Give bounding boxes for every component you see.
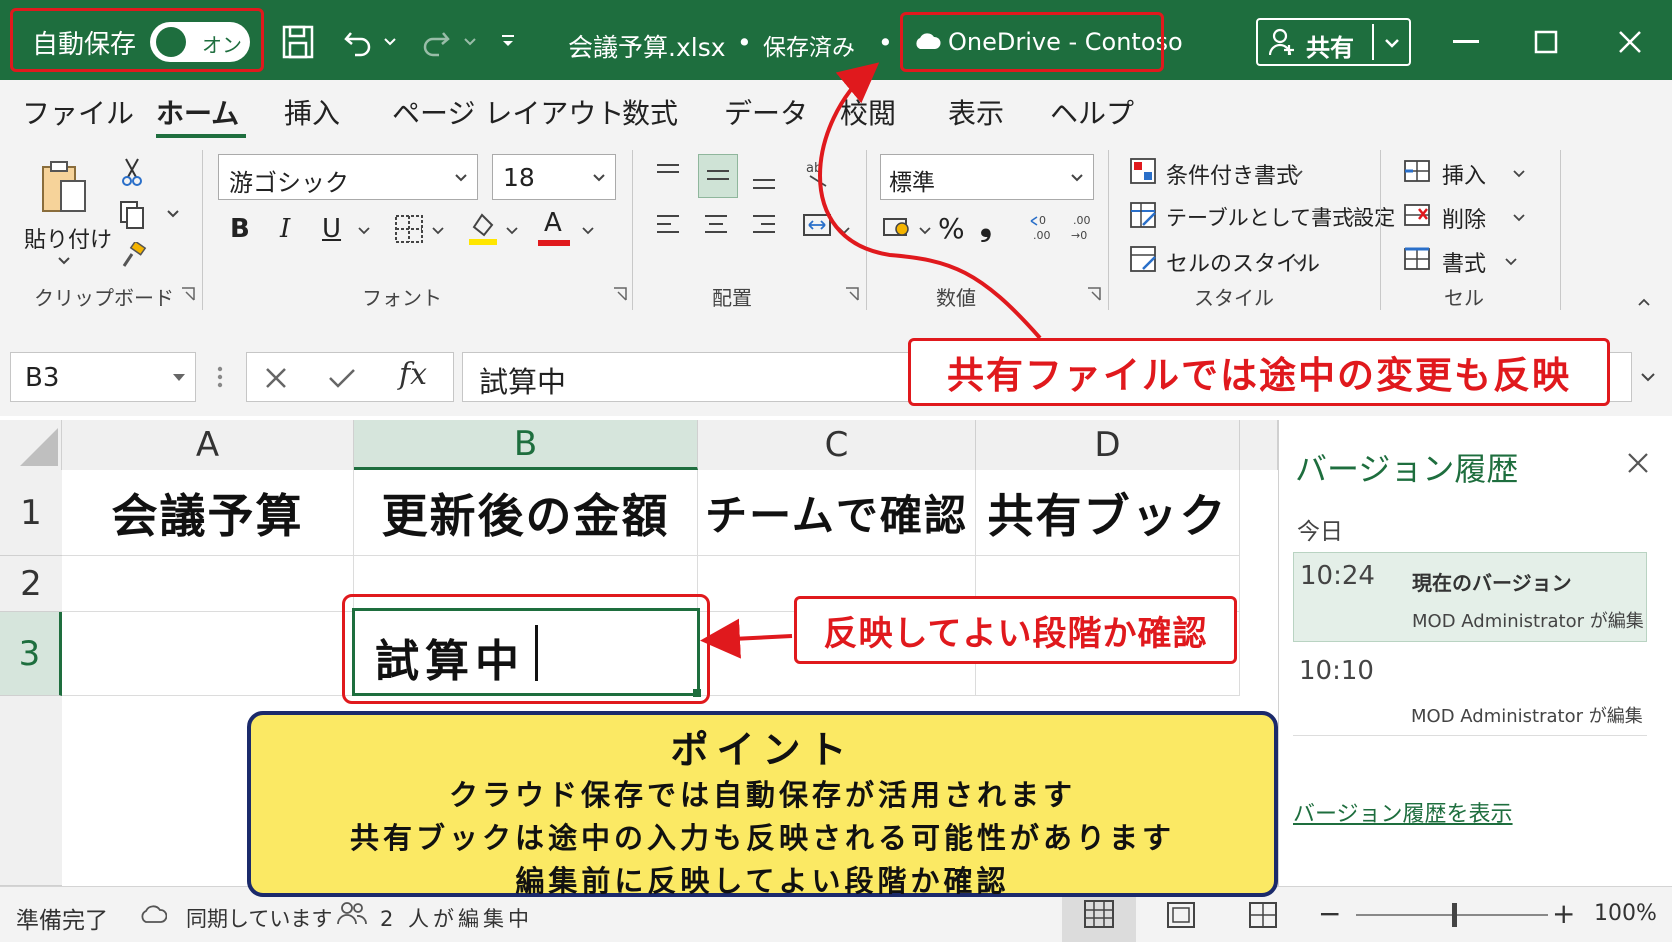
- point-line-1: クラウド保存では自動保存が活用されます: [448, 778, 1076, 812]
- shared-file-callout: 共有ファイルでは途中の変更も反映: [908, 338, 1610, 406]
- point-line-3: 編集前に反映してよい段階か確認: [515, 864, 1010, 898]
- point-line-2: 共有ブックは途中の入力も反映される可能性があります: [349, 821, 1175, 855]
- point-callout: ポイント クラウド保存では自動保存が活用されます 共有ブックは途中の入力も反映さ…: [247, 711, 1278, 898]
- confirm-stage-callout: 反映してよい段階か確認: [794, 596, 1237, 664]
- point-title: ポイント: [670, 728, 855, 772]
